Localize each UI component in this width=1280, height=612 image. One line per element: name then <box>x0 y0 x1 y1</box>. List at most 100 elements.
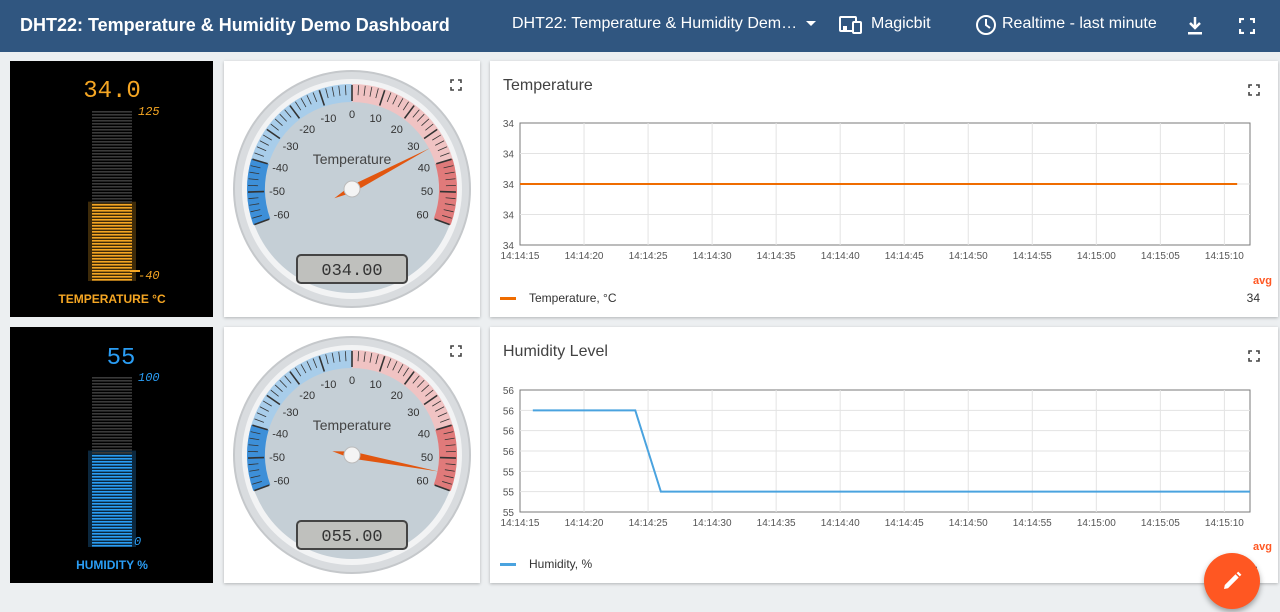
thermometer-lit-segment <box>92 503 132 505</box>
thermometer-dim-segment <box>92 389 132 391</box>
thermometer-dim-segment <box>92 198 132 200</box>
timewindow-button[interactable]: Realtime - last minute <box>1002 15 1157 33</box>
x-tick-label: 14:14:20 <box>565 251 604 262</box>
x-tick-label: 14:14:40 <box>821 518 860 529</box>
thermometer-dim-segment <box>92 428 132 430</box>
thermometer-lit-segment <box>92 270 132 272</box>
thermometer-dim-segment <box>92 183 132 185</box>
humidity-gauge-widget: -60 -50 -40 -30 -20 -10 0 10 20 30 40 50 60 Temperat… <box>224 327 480 583</box>
thermometer-dim-segment <box>92 440 132 442</box>
thermometer-dim-segment <box>92 398 132 400</box>
thermometer-lit-segment <box>92 237 132 239</box>
pencil-icon <box>1224 571 1242 589</box>
gauge-tick-label: 10 <box>369 379 381 391</box>
x-tick-label: 14:15:00 <box>1077 251 1116 262</box>
timewindow-label: Realtime - last minute <box>1002 15 1157 32</box>
customer-button[interactable]: Magicbit <box>871 15 931 33</box>
thermometer-dim-segment <box>92 410 132 412</box>
thermometer-dim-segment <box>92 168 132 170</box>
thermometer-dim-segment <box>92 437 132 439</box>
y-tick-label: 34 <box>503 150 515 161</box>
gauge-tick-label: 20 <box>391 124 403 136</box>
devices-icon <box>839 16 862 34</box>
legend-swatch <box>500 562 516 566</box>
x-tick-label: 14:15:10 <box>1205 251 1244 262</box>
temperature-digital-value: 34.0 <box>83 78 141 105</box>
thermometer-dim-segment <box>92 165 132 167</box>
temperature-gauge-widget: -60 -50 -40 -30 -20 -10 0 10 20 30 40 50 60 Temperat… <box>224 61 480 317</box>
x-tick-label: 14:14:40 <box>821 251 860 262</box>
gauge-lcd-value: 034.00 <box>321 262 382 281</box>
thermometer-dim-segment <box>92 407 132 409</box>
gauge-tick-label: -50 <box>269 452 285 464</box>
thermometer-lit-segment <box>92 219 132 221</box>
thermometer-dim-segment <box>92 392 132 394</box>
humidity-digital-value: 55 <box>107 345 136 372</box>
gauge-tick-label: -50 <box>269 186 285 198</box>
top-toolbar: DHT22: Temperature & Humidity Demo Dashb… <box>0 0 1280 52</box>
x-tick-label: 14:14:35 <box>757 251 796 262</box>
thermometer-lit-segment <box>92 506 132 508</box>
thermometer-dim-segment <box>92 395 132 397</box>
x-tick-label: 14:15:00 <box>1077 518 1116 529</box>
thermometer-dim-segment <box>92 425 132 427</box>
fullscreen-icon[interactable] <box>1239 18 1255 34</box>
x-tick-label: 14:14:30 <box>693 518 732 529</box>
x-tick-label: 14:14:30 <box>693 251 732 262</box>
thermometer-dim-segment <box>92 162 132 164</box>
expand-icon[interactable] <box>450 79 462 91</box>
x-tick-label: 14:15:05 <box>1141 518 1180 529</box>
thermometer-dim-segment <box>92 114 132 116</box>
thermometer-lit-segment <box>92 225 132 227</box>
x-tick-label: 14:14:35 <box>757 518 796 529</box>
gauge-tick-label: 50 <box>421 186 433 198</box>
y-tick-label: 34 <box>503 211 515 222</box>
thermometer-lit-segment <box>92 273 132 275</box>
temperature-chart-widget: Temperature 14:14:15 14:14:20 14:14:25 14:1… <box>490 61 1278 317</box>
thermometer-lit-segment <box>92 518 132 520</box>
gauge-tick-label: 0 <box>349 109 355 121</box>
thermometer-dim-segment <box>92 380 132 382</box>
gauge-tick-label: -60 <box>274 476 290 488</box>
thermometer-lit-segment <box>92 533 132 535</box>
thermometer-lit-segment <box>92 491 132 493</box>
gauge-tick-label: -60 <box>274 210 290 222</box>
temperature-line-chart: 14:14:15 14:14:20 14:14:25 14:14:30 14:14:35… <box>501 119 1251 262</box>
thermometer-lit-segment <box>92 255 132 257</box>
legend-series-name: Temperature, °C <box>529 291 617 305</box>
thermometer-dim-segment <box>92 189 132 191</box>
dashboard-title: DHT22: Temperature & Humidity Demo Dashb… <box>20 15 450 35</box>
dashboard-select[interactable]: DHT22: Temperature & Humidity Dem… <box>512 15 817 33</box>
thermometer-lit-segment <box>92 515 132 517</box>
thermometer-dim-segment <box>92 377 132 379</box>
thermometer-dim-segment <box>92 201 132 203</box>
expand-icon[interactable] <box>450 345 462 357</box>
thermometer-lit-segment <box>92 467 132 469</box>
x-tick-label: 14:14:45 <box>885 518 924 529</box>
thermometer-dim-segment <box>92 422 132 424</box>
thermometer-lit-segment <box>92 524 132 526</box>
gauge-tick-label: 30 <box>407 407 419 419</box>
humidity-chart-widget: Humidity Level 14:14:15 14:14:20 14:14:25 1… <box>490 327 1278 583</box>
x-tick-label: 14:14:15 <box>501 518 540 529</box>
gauge-tick-label: 30 <box>407 141 419 153</box>
thermometer-dim-segment <box>92 117 132 119</box>
thermometer-dim-segment <box>92 156 132 158</box>
thermometer-dim-segment <box>92 192 132 194</box>
thermometer-lit-segment <box>92 479 132 481</box>
download-icon[interactable] <box>1186 16 1204 36</box>
humidity-thermometer-label: HUMIDITY % <box>76 558 148 572</box>
thermometer-lit-segment <box>92 473 132 475</box>
thermometer-lit-segment <box>92 476 132 478</box>
thermometer-dim-segment <box>92 404 132 406</box>
thermometer-dim-segment <box>92 111 132 113</box>
gauge-tick-label: -10 <box>320 379 336 391</box>
thermometer-lit-segment <box>92 509 132 511</box>
thermometer-lit-segment <box>92 213 132 215</box>
edit-dashboard-button[interactable] <box>1204 553 1260 609</box>
thermometer-dim-segment <box>92 120 132 122</box>
dashboard-select-value: DHT22: Temperature & Humidity Dem… <box>512 15 798 32</box>
gauge-tick-label: -30 <box>283 407 299 419</box>
thermometer-dim-segment <box>92 452 132 454</box>
thermometer-dim-segment <box>92 135 132 137</box>
